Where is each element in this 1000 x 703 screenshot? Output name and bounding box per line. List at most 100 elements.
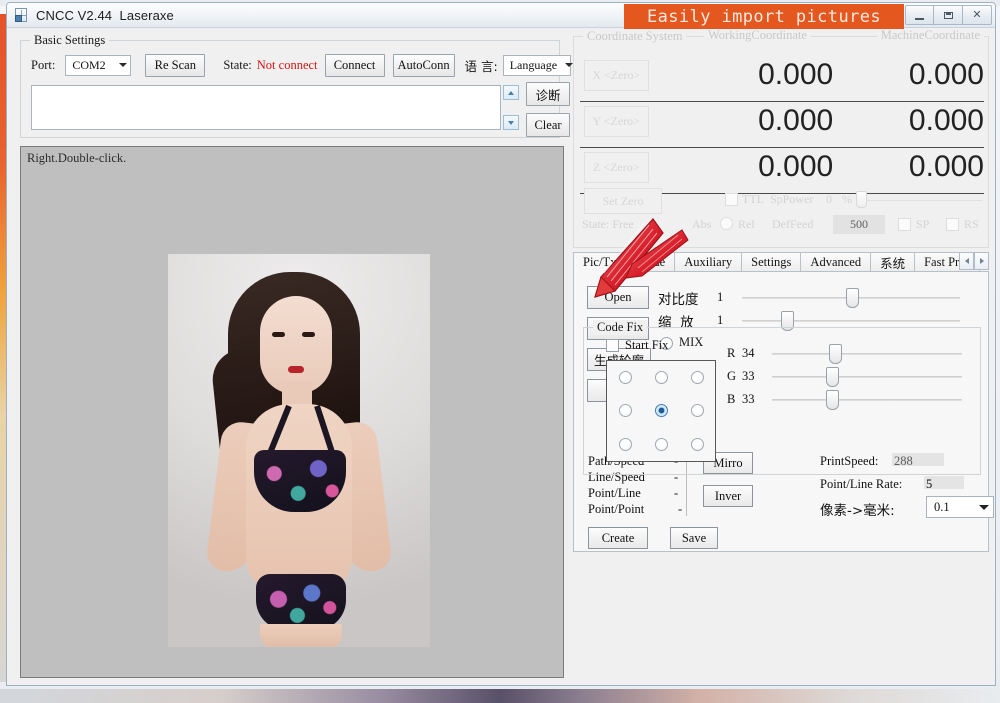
anchor-bottom-center-radio[interactable]: [654, 437, 668, 451]
sppower-value: 0: [826, 192, 832, 206]
promo-banner: Easily import pictures: [624, 4, 904, 29]
contrast-label: 对比度: [658, 292, 699, 308]
sp-checkbox[interactable]: [898, 218, 911, 231]
open-button[interactable]: Open: [587, 286, 649, 309]
connection-row: Port: COM2 Re Scan State: Not connect Co…: [31, 53, 574, 77]
x-zero-button[interactable]: X <Zero>: [584, 59, 649, 91]
imported-picture[interactable]: [168, 254, 430, 647]
metric-point-line-value: -: [674, 486, 679, 500]
left-column: Basic Settings Port: COM2 Re Scan State:…: [15, 33, 574, 680]
sppower-slider-track[interactable]: [862, 200, 982, 201]
minimize-button[interactable]: [905, 5, 934, 25]
point-line-rate-label: Point/Line Rate:: [820, 477, 903, 491]
page-bottom-decor: [0, 689, 1000, 703]
language-select[interactable]: Language: [502, 54, 574, 76]
basic-settings-group: Basic Settings Port: COM2 Re Scan State:…: [20, 33, 574, 138]
scroll-up-icon[interactable]: [503, 85, 519, 100]
restore-button[interactable]: [934, 5, 963, 25]
rs-checkbox[interactable]: [946, 218, 959, 231]
machine-state-text: State: Free: [582, 217, 634, 231]
tab-code[interactable]: Code: [628, 252, 676, 272]
anchor-top-right-radio[interactable]: [690, 371, 704, 385]
code-fix-legend: Code Fix: [593, 320, 648, 335]
anchor-bottom-right-radio[interactable]: [690, 437, 704, 451]
sppower-unit: %: [842, 192, 852, 206]
rel-label: Rel: [738, 217, 755, 231]
machine-coordinate-header: MachineCoordinate: [876, 28, 984, 43]
coordinate-system-group: Coordinate System WorkingCoordinate Mach…: [573, 28, 989, 248]
chevron-down-icon: [565, 63, 574, 67]
code-fix-group: Code Fix Start Fix: [583, 320, 981, 475]
port-label: Port:: [31, 57, 56, 72]
tab-advanced[interactable]: Advanced: [800, 252, 872, 272]
tab-scroll-buttons: [959, 252, 989, 270]
tab-system[interactable]: 系统: [870, 252, 916, 272]
metric-point-point-value: -: [678, 502, 683, 516]
create-button[interactable]: Create: [588, 527, 648, 549]
metric-point-point-label: Point/Point: [588, 502, 645, 516]
sppower-label: SpPower: [770, 192, 814, 206]
language-select-value: Language: [509, 57, 558, 72]
anchor-bottom-left-radio[interactable]: [618, 437, 632, 451]
deffeed-label: DefFeed: [772, 217, 814, 231]
invert-button[interactable]: Inver: [703, 485, 753, 507]
anchor-top-center-radio[interactable]: [654, 371, 668, 385]
port-select[interactable]: COM2: [65, 54, 132, 76]
preview-canvas[interactable]: Right.Double-click.: [20, 146, 564, 678]
rescan-button[interactable]: Re Scan: [145, 53, 206, 77]
tab-strip: Pic/Txt Code Auxiliary Settings Advanced…: [573, 252, 989, 272]
diagnose-button[interactable]: 诊断: [526, 82, 570, 106]
state-label: State:: [223, 57, 252, 72]
anchor-middle-center-radio[interactable]: [654, 404, 668, 418]
z-working-value: 0.000: [758, 150, 834, 183]
set-zero-button[interactable]: Set Zero: [584, 188, 662, 214]
scroll-down-icon[interactable]: [503, 115, 519, 130]
anchor-middle-left-radio[interactable]: [618, 404, 632, 418]
rs-label: RS: [964, 217, 979, 231]
port-select-value: COM2: [72, 57, 106, 72]
coordinate-system-legend: Coordinate System: [583, 29, 687, 44]
ttl-checkbox[interactable]: [725, 193, 738, 206]
tab-pic-txt[interactable]: Pic/Txt: [573, 252, 630, 272]
scale-value: 1: [717, 313, 724, 327]
pixel-to-mm-value: 0.1: [934, 499, 950, 514]
autoconn-button[interactable]: AutoConn: [392, 53, 455, 77]
close-button[interactable]: ✕: [963, 5, 992, 25]
z-zero-button[interactable]: Z <Zero>: [584, 151, 649, 183]
sppower-slider-thumb[interactable]: [856, 191, 867, 208]
app-document-icon: [13, 7, 29, 23]
x-working-value: 0.000: [758, 58, 834, 91]
start-fix-checkbox[interactable]: [606, 339, 619, 352]
deffeed-value[interactable]: 500: [833, 215, 885, 234]
z-machine-value: 0.000: [908, 150, 984, 183]
anchor-middle-right-radio[interactable]: [690, 404, 704, 418]
language-label: 语 言:: [464, 58, 498, 74]
scale-slider-track[interactable]: [742, 320, 960, 322]
screenshot-root: CNCC V2.44 Laseraxe ✕ Easily import pict…: [0, 0, 1000, 703]
log-textarea[interactable]: [31, 85, 501, 130]
save-button[interactable]: Save: [670, 527, 718, 549]
tab-scroll-left-icon[interactable]: [959, 252, 974, 270]
tab-auxiliary[interactable]: Auxiliary: [674, 252, 743, 272]
tab-scroll-right-icon[interactable]: [974, 252, 989, 270]
point-line-rate-value[interactable]: 5: [926, 477, 932, 492]
connect-button[interactable]: Connect: [324, 53, 385, 77]
anchor-top-left-radio[interactable]: [618, 371, 632, 385]
pixel-to-mm-select[interactable]: 0.1: [926, 496, 994, 518]
metric-point-line-label: Point/Line: [588, 486, 641, 500]
application-window: CNCC V2.44 Laseraxe ✕ Easily import pict…: [6, 2, 996, 686]
contrast-slider-thumb[interactable]: [846, 288, 859, 308]
rel-radio[interactable]: [720, 217, 733, 230]
y-working-value: 0.000: [758, 104, 834, 137]
clear-button[interactable]: Clear: [526, 113, 570, 137]
pixel-to-mm-label: 像素->毫米:: [820, 503, 895, 519]
working-coordinate-header: WorkingCoordinate: [704, 28, 811, 43]
tab-settings[interactable]: Settings: [741, 252, 802, 272]
y-zero-button[interactable]: Y <Zero>: [584, 105, 649, 137]
machine-status-row: Set Zero State: Free TTL SpPower 0 % Abs: [580, 187, 984, 234]
x-machine-value: 0.000: [908, 58, 984, 91]
coordinate-headers: WorkingCoordinate MachineCoordinate: [704, 28, 984, 43]
chevron-down-icon: [979, 504, 989, 510]
anchor-grid: [606, 360, 716, 462]
log-scrollbar[interactable]: [503, 85, 519, 130]
